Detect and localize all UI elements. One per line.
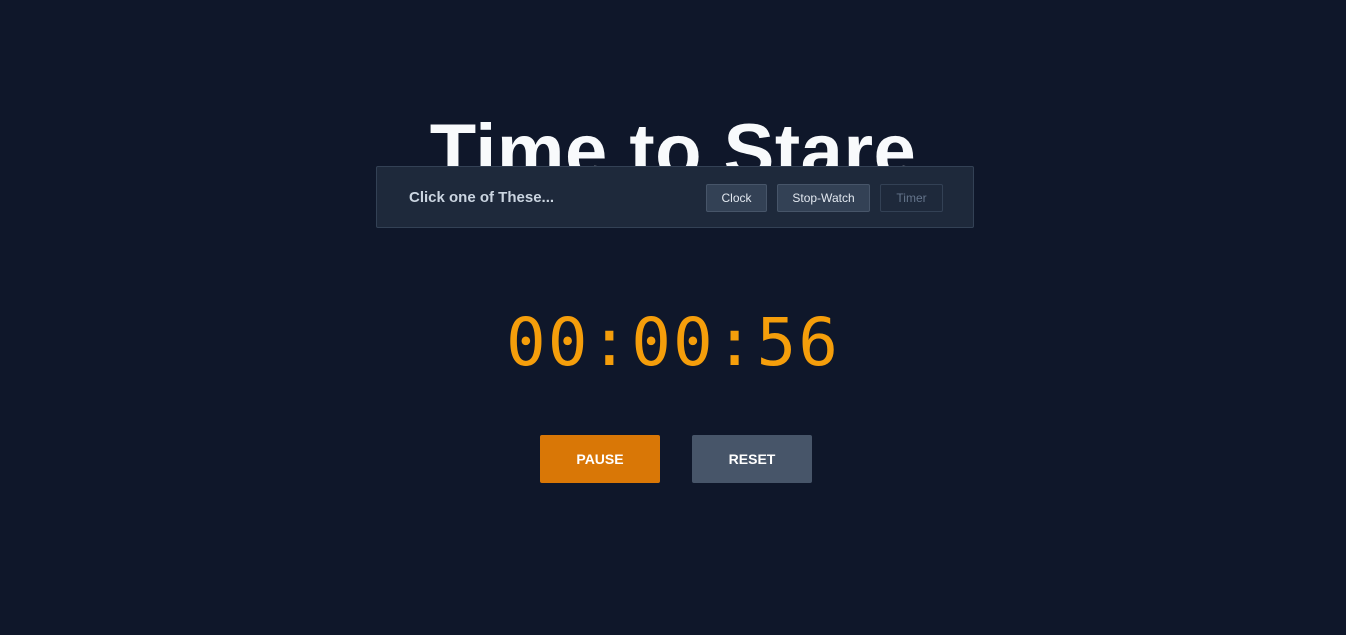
mode-prompt: Click one of These...	[409, 189, 555, 206]
reset-button[interactable]: RESET	[692, 435, 812, 483]
timer-mode-button[interactable]: Timer	[880, 184, 943, 212]
clock-mode-button[interactable]: Clock	[706, 184, 767, 212]
pause-button[interactable]: PAUSE	[540, 435, 660, 483]
mode-selector-bar: Click one of These... Clock Stop-Watch T…	[376, 166, 974, 228]
app-root: Time to Stare Click one of These... Cloc…	[0, 0, 1346, 635]
time-display: 00:00:56	[506, 304, 840, 381]
stopwatch-mode-button[interactable]: Stop-Watch	[777, 184, 870, 212]
